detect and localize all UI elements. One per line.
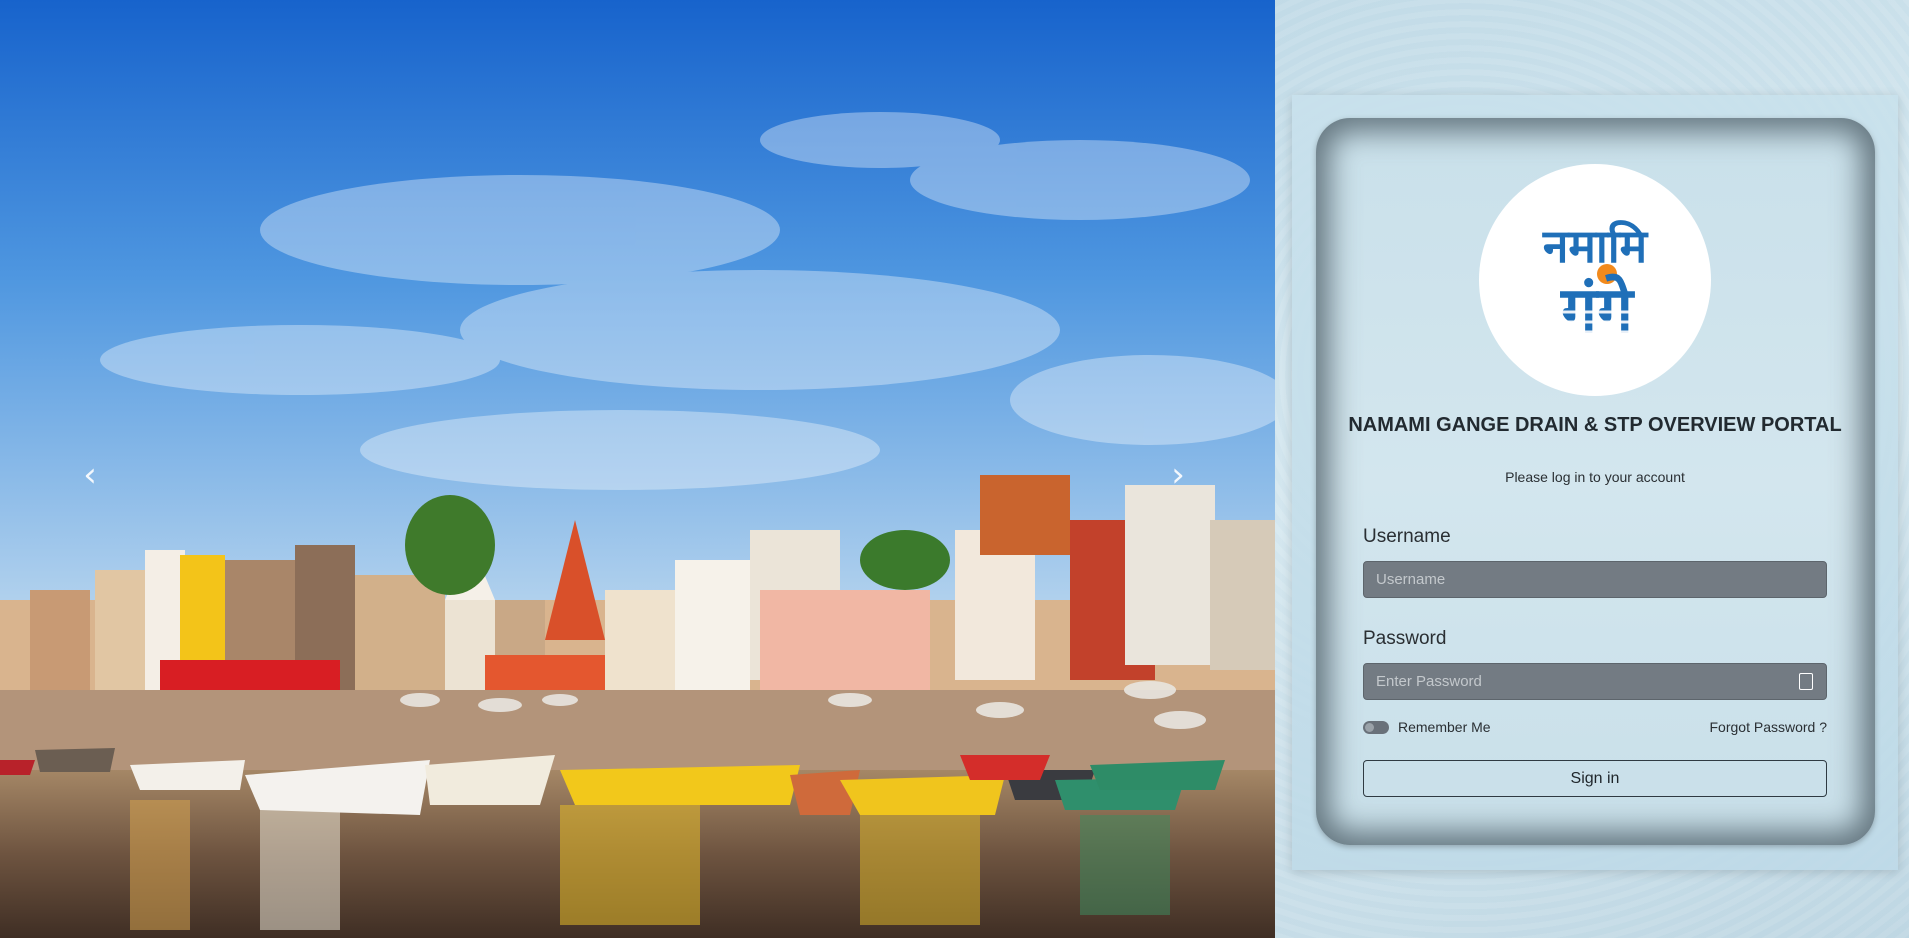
toggle-switch-icon[interactable] — [1363, 720, 1389, 734]
ghats-illustration — [0, 0, 1275, 938]
sign-in-button[interactable]: Sign in — [1363, 760, 1827, 797]
namami-gange-logo: नमामि गंगे — [1479, 164, 1711, 396]
logo-line1: नमामि — [1542, 219, 1649, 273]
hero-image: ‹ › — [0, 0, 1275, 938]
remember-me-toggle[interactable]: Remember Me — [1363, 719, 1491, 735]
password-label: Password — [1363, 628, 1447, 649]
password-input[interactable] — [1363, 663, 1827, 700]
remember-me-label: Remember Me — [1398, 719, 1491, 735]
logo-mark: नमामि गंगे — [1535, 219, 1655, 348]
username-label: Username — [1363, 526, 1451, 547]
portal-title: NAMAMI GANGE DRAIN & STP OVERVIEW PORTAL — [1348, 414, 1842, 436]
eye-icon[interactable] — [1799, 673, 1813, 690]
login-subtitle: Please log in to your account — [1505, 469, 1685, 485]
forgot-password-link[interactable]: Forgot Password ? — [1660, 719, 1828, 735]
username-input[interactable] — [1363, 561, 1827, 598]
carousel-prev-button[interactable]: ‹ — [70, 455, 110, 495]
carousel-next-button[interactable]: › — [1158, 455, 1198, 495]
